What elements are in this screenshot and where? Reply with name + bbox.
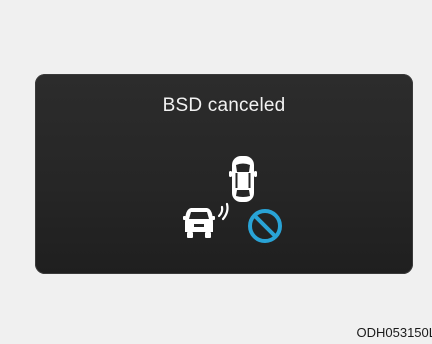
sensor-waves-icon: [217, 202, 229, 221]
top-view-car-icon: [229, 156, 257, 202]
figure-code: ODH053150L: [356, 325, 432, 340]
bsd-illustration: [183, 156, 282, 243]
rear-car-icon: [183, 208, 215, 238]
cancel-circle-icon: [248, 209, 282, 243]
bsd-status-message: BSD canceled: [162, 95, 286, 116]
cluster-display-panel: BSD canceled: [35, 74, 413, 274]
